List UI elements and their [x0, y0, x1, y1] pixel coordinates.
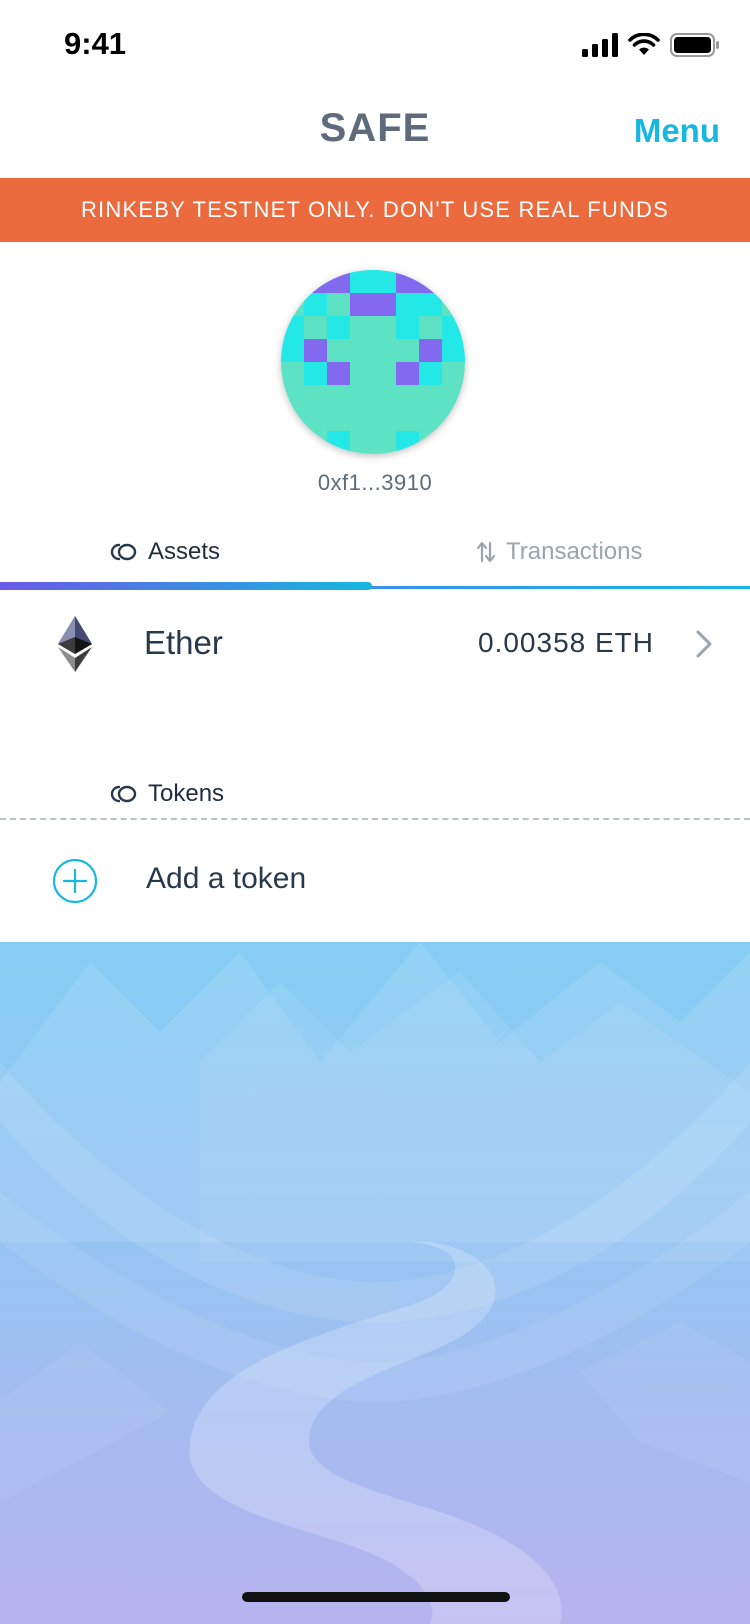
- ethereum-icon: [58, 616, 92, 672]
- asset-row-ether[interactable]: Ether 0.00358 ETH: [0, 592, 750, 698]
- tab-assets-label: Assets: [148, 538, 221, 565]
- status-icons: [582, 30, 720, 60]
- tab-transactions[interactable]: Transactions: [476, 538, 643, 566]
- home-indicator[interactable]: [242, 1592, 510, 1602]
- menu-button[interactable]: Menu: [634, 112, 720, 150]
- safe-address[interactable]: 0xf1...3910: [0, 470, 750, 496]
- asset-balance: 0.00358 ETH: [478, 627, 654, 658]
- tokens-header-label: Tokens: [148, 780, 225, 807]
- tokens-section: Tokens Add a token: [0, 698, 750, 942]
- tab-selected-indicator: [0, 582, 372, 590]
- coins-icon: [110, 543, 137, 561]
- asset-name: Ether: [144, 624, 223, 661]
- chevron-right-icon: [696, 630, 712, 658]
- safe-identicon-avatar[interactable]: [281, 270, 465, 454]
- background-illustration: [0, 942, 750, 1624]
- cellular-signal-icon: [582, 33, 618, 57]
- swap-arrows-icon: [476, 541, 496, 563]
- battery-icon: [670, 33, 719, 57]
- coins-icon: [110, 785, 137, 803]
- status-bar: 9:41: [0, 0, 750, 90]
- wifi-icon: [628, 33, 660, 55]
- add-token-label: Add a token: [146, 862, 307, 895]
- navigation-bar: SAFE Menu: [0, 90, 750, 178]
- testnet-warning-banner: RINKEBY TESTNET ONLY. DON'T USE REAL FUN…: [0, 178, 750, 242]
- tab-transactions-label: Transactions: [506, 538, 643, 565]
- tab-assets[interactable]: Assets: [110, 538, 220, 566]
- plus-circle-icon: [52, 858, 98, 904]
- tab-bar: Assets Transactions: [0, 520, 750, 592]
- tokens-header: Tokens: [110, 780, 224, 808]
- status-time: 9:41: [64, 26, 127, 61]
- add-token-button[interactable]: Add a token: [0, 820, 750, 942]
